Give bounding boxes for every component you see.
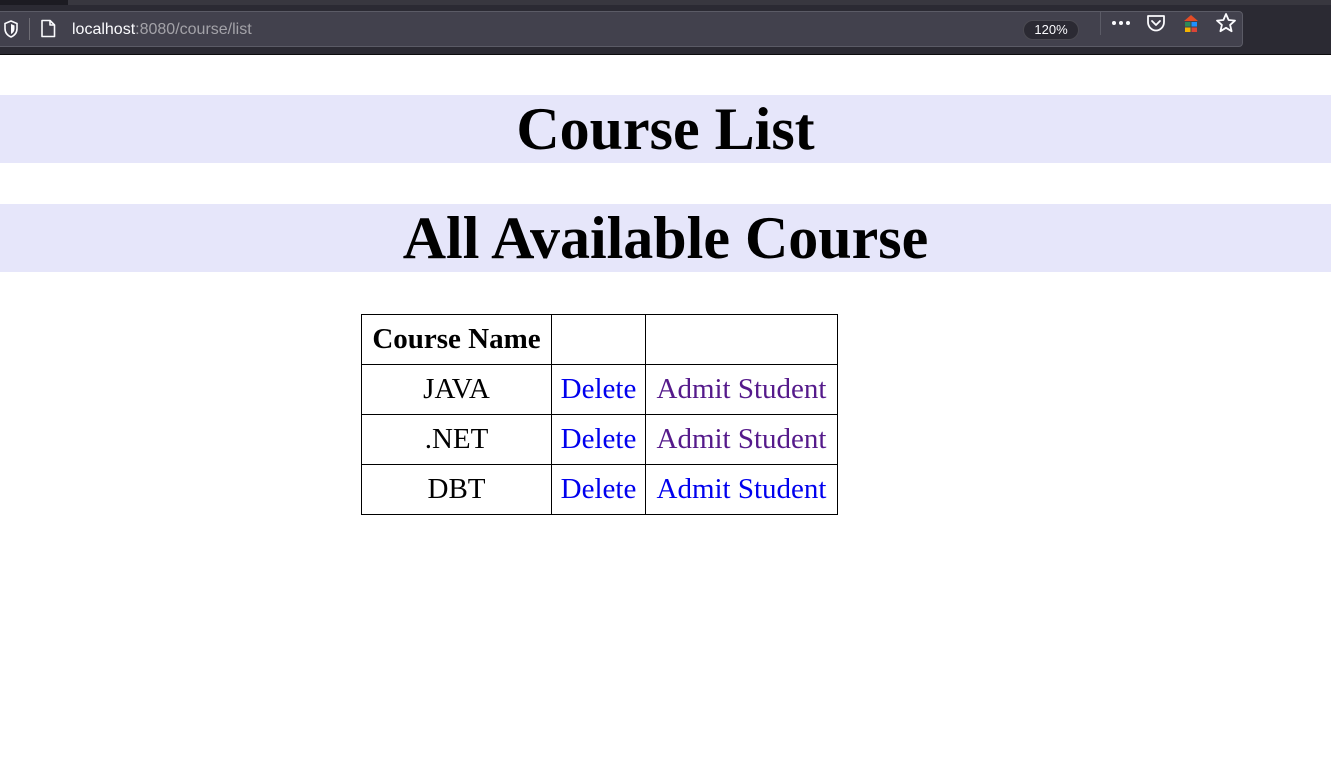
delete-link[interactable]: Delete: [561, 423, 637, 455]
admit-student-link[interactable]: Admit Student: [657, 423, 827, 455]
page-title: Course List: [0, 95, 1331, 163]
delete-link[interactable]: Delete: [561, 473, 637, 505]
url-bar[interactable]: localhost:8080/course/list 120%: [0, 11, 1243, 47]
course-name-cell: DBT: [361, 464, 552, 515]
extension-icon[interactable]: [1180, 12, 1202, 34]
table-row: DBT Delete Admit Student: [361, 464, 838, 515]
page-subtitle: All Available Course: [0, 204, 1331, 272]
course-table: Course Name JAVA Delete Admit Student .N…: [361, 314, 838, 515]
url-path: :8080/course/list: [135, 21, 252, 38]
course-name-cell: JAVA: [361, 364, 552, 415]
browser-toolbar: localhost:8080/course/list 120%: [0, 5, 1331, 55]
delete-link[interactable]: Delete: [561, 373, 637, 405]
page-icon[interactable]: [40, 19, 56, 38]
shield-icon[interactable]: [3, 20, 19, 38]
column-header-delete: [551, 314, 646, 365]
url-host: localhost: [72, 21, 136, 38]
url-bar-divider: [29, 18, 30, 40]
url-text[interactable]: localhost:8080/course/list: [72, 19, 252, 41]
admit-cell: Admit Student: [645, 364, 838, 415]
column-header-course-name: Course Name: [361, 314, 552, 365]
admit-cell: Admit Student: [645, 464, 838, 515]
column-header-admit: [645, 314, 838, 365]
table-row: JAVA Delete Admit Student: [361, 364, 838, 415]
page-content: Course List All Available Course Course …: [0, 56, 1331, 766]
delete-cell: Delete: [551, 364, 646, 415]
more-icon[interactable]: [1110, 12, 1132, 34]
toolbar-divider: [1100, 11, 1101, 35]
bookmark-star-icon[interactable]: [1215, 12, 1237, 34]
table-row: .NET Delete Admit Student: [361, 414, 838, 465]
delete-cell: Delete: [551, 414, 646, 465]
admit-student-link[interactable]: Admit Student: [657, 473, 827, 505]
course-name-cell: .NET: [361, 414, 552, 465]
delete-cell: Delete: [551, 464, 646, 515]
admit-student-link[interactable]: Admit Student: [657, 373, 827, 405]
zoom-level-button[interactable]: 120%: [1023, 20, 1079, 40]
admit-cell: Admit Student: [645, 414, 838, 465]
pocket-icon[interactable]: [1145, 12, 1167, 34]
table-header-row: Course Name: [361, 314, 838, 365]
